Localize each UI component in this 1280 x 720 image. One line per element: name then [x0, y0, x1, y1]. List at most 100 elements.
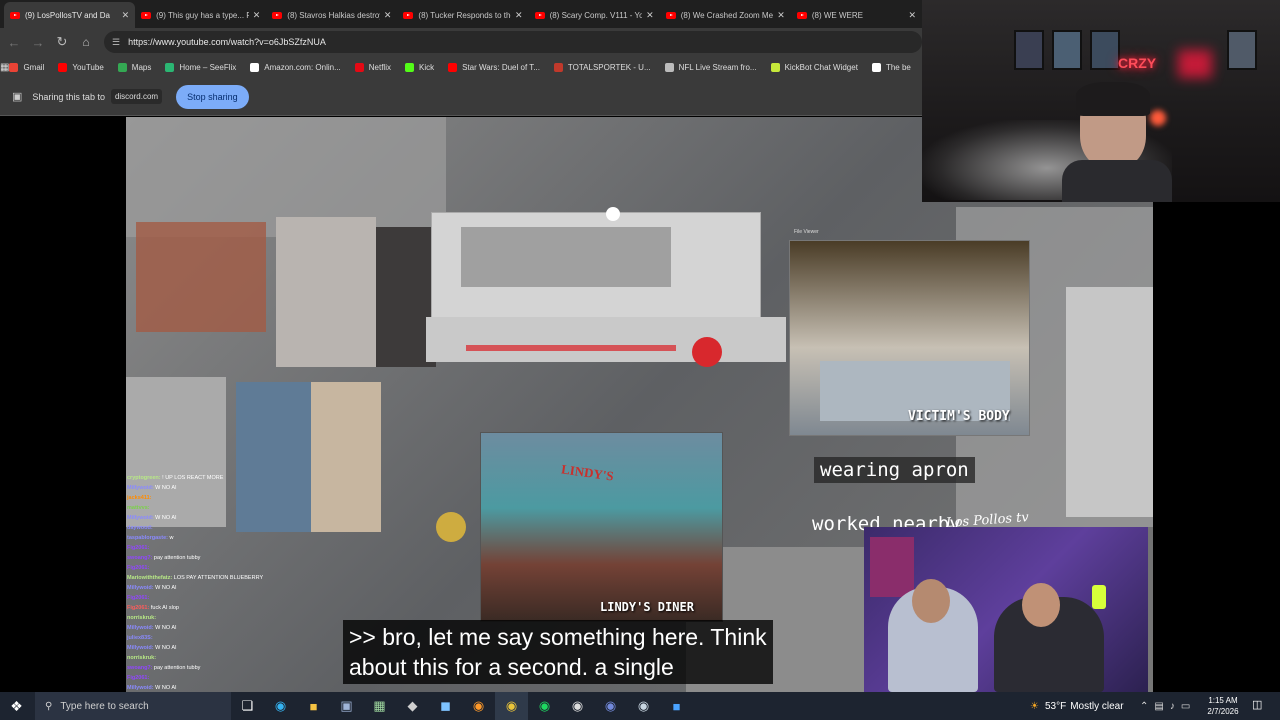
bookmark-item[interactable]: KickBot Chat Widget [770, 62, 858, 72]
youtube-icon [141, 11, 152, 19]
chat-username: daywood: [127, 525, 153, 531]
weather-temp: 53°F [1044, 700, 1067, 712]
tab-sharing-bar: ▣ Sharing this tab to discord.com Stop s… [0, 78, 922, 116]
victim-photo-panel: File Viewer [789, 229, 1030, 436]
chat-username: taspablorgaste: [127, 535, 168, 541]
video-player[interactable]: File Viewer VICTIM'S BODY wearing apron … [126, 117, 1153, 692]
bookmark-item[interactable]: Kick [404, 62, 434, 72]
network-icon[interactable]: ▤ [1154, 701, 1163, 712]
kickbot-icon [770, 62, 780, 72]
subtitle-line-2: about this for a second. a single [349, 654, 674, 680]
clock-time: 1:15 AM [1208, 696, 1238, 705]
chat-message: daywood: [127, 523, 277, 533]
chevron-up-icon[interactable]: ⌃ [1140, 701, 1148, 712]
discord-icon[interactable]: ◉ [594, 692, 627, 720]
close-tab-icon[interactable]: ✕ [253, 10, 261, 21]
volume-icon[interactable]: ♪ [1170, 701, 1175, 712]
close-tab-icon[interactable]: ✕ [777, 10, 785, 21]
chat-message: Fig2061: [127, 543, 277, 553]
browser-tab[interactable]: (8) Scary Comp. V111 - Yo ✕ [529, 2, 660, 28]
reload-icon[interactable]: ↻ [50, 30, 74, 54]
battery-icon[interactable]: ▭ [1181, 701, 1190, 712]
chat-message: norriskruk: [127, 613, 277, 623]
chat-username: Millywoid: [127, 625, 154, 631]
chat-username: Fig2061: [127, 595, 150, 601]
obs-icon[interactable]: ◉ [561, 692, 594, 720]
close-tab-icon[interactable]: ✕ [908, 10, 916, 21]
clock[interactable]: 1:15 AM 2/7/2026 [1200, 695, 1246, 717]
chat-text: W NO AI [155, 645, 177, 651]
site-info-icon[interactable]: ☰ [112, 37, 120, 48]
bookmark-item[interactable]: Amazon.com: Onlin... [250, 62, 341, 72]
chat-text: ! UP LOS REACT MORE [162, 475, 224, 481]
tab-title: (8) Scary Comp. V111 - Yo [549, 10, 643, 20]
notification-icon[interactable]: ◫ [1252, 698, 1262, 711]
chat-username: mattvvs: [127, 505, 150, 511]
bookmark-item[interactable]: NFL Live Stream fro... [664, 62, 757, 72]
browser-tab[interactable]: (8) Stavros Halkias destroy ✕ [266, 2, 397, 28]
app-icon[interactable]: ■ [660, 692, 693, 720]
browser-tab[interactable]: (8) We Crashed Zoom Mee ✕ [660, 2, 791, 28]
close-tab-icon[interactable]: ✕ [646, 10, 654, 21]
calculator-icon[interactable]: ▦ [363, 692, 396, 720]
bookmark-item[interactable]: Gmail [9, 62, 44, 72]
bookmark-label: YouTube [72, 62, 104, 72]
app-icon[interactable]: ◼ [429, 692, 462, 720]
chat-message: swoang7: pay attention tubby [127, 553, 277, 563]
start-windows-icon[interactable]: ❖ [0, 692, 33, 720]
bookmark-item[interactable]: TOTALSPORTEK - U... [553, 62, 651, 72]
taskbar-search[interactable]: ⚲ Type here to search [35, 692, 231, 720]
firefox-icon[interactable]: ◉ [462, 692, 495, 720]
browser-tab[interactable]: (8) WE WERE ✕ [791, 2, 922, 28]
address-bar[interactable]: ☰ https://www.youtube.com/watch?v=o6JbSZ… [104, 31, 922, 53]
youtube-icon [448, 62, 458, 72]
app-icon[interactable]: ▣ [330, 692, 363, 720]
back-icon[interactable]: ← [2, 30, 26, 54]
chat-username: Fig2061: [127, 605, 150, 611]
youtube-icon [58, 62, 68, 72]
bookmark-item[interactable]: Home – SeeFlix [165, 62, 237, 72]
search-placeholder: Type here to search [60, 700, 149, 712]
chat-text: fuck AI slop [150, 605, 179, 611]
kick-icon [404, 62, 414, 72]
apps-icon[interactable]: ▦ [0, 62, 9, 73]
webcam-overlay: CRZY [922, 0, 1280, 202]
app-icon[interactable]: ◆ [396, 692, 429, 720]
bookmark-item[interactable]: The be [871, 62, 911, 72]
browser-tab[interactable]: (9) LosPollosTV and Da ✕ [4, 2, 136, 28]
file-explorer-icon[interactable]: ■ [297, 692, 330, 720]
bookmark-label: Home – SeeFlix [179, 62, 237, 72]
bookmark-item[interactable]: YouTube [58, 62, 104, 72]
bookmark-item[interactable]: Netflix [354, 62, 391, 72]
tab-strip: (9) LosPollosTV and Da ✕ (9) This guy has … [0, 0, 922, 28]
bookmark-label: Netflix [368, 62, 391, 72]
browser-tab[interactable]: (8) Tucker Responds to the ✕ [397, 2, 528, 28]
windows-taskbar: ❖ ⚲ Type here to search ❏ ◉ ■ ▣ ▦ ◆ ◼ ◉ … [0, 692, 1280, 720]
bookmark-label: Amazon.com: Onlin... [264, 62, 341, 72]
close-tab-icon[interactable]: ✕ [122, 10, 130, 21]
close-tab-icon[interactable]: ✕ [384, 10, 392, 21]
chat-text: pay attention tubby [153, 665, 201, 671]
bookmark-item[interactable]: Star Wars: Duel of T... [448, 62, 540, 72]
url-text: https://www.youtube.com/watch?v=o6JbSZfz… [128, 37, 326, 47]
youtube-icon [665, 11, 676, 19]
task-view-icon[interactable]: ❏ [231, 692, 264, 720]
spotify-icon[interactable]: ◉ [528, 692, 561, 720]
subtitle-line-1: >> bro, let me say something here. Think [349, 624, 767, 650]
bookmark-item[interactable]: Maps [117, 62, 151, 72]
chrome-icon[interactable]: ◉ [495, 692, 528, 720]
chat-username: Millywoid: [127, 645, 154, 651]
browser-tab[interactable]: (9) This guy has a type... Fi ✕ [135, 2, 266, 28]
amazon-icon [250, 62, 260, 72]
forward-icon[interactable]: → [26, 30, 50, 54]
steam-icon[interactable]: ◉ [627, 692, 660, 720]
home-icon[interactable]: ⌂ [74, 30, 98, 54]
close-tab-icon[interactable]: ✕ [515, 10, 523, 21]
tab-title: (8) Stavros Halkias destroy [287, 10, 380, 20]
stop-sharing-button[interactable]: Stop sharing [176, 84, 249, 109]
chat-message: Fig2061: [127, 673, 277, 683]
tab-title: (9) This guy has a type... Fi [156, 10, 249, 20]
sharing-domain: discord.com [110, 89, 163, 104]
weather-icon[interactable]: ☀ [1030, 701, 1039, 712]
edge-icon[interactable]: ◉ [264, 692, 297, 720]
